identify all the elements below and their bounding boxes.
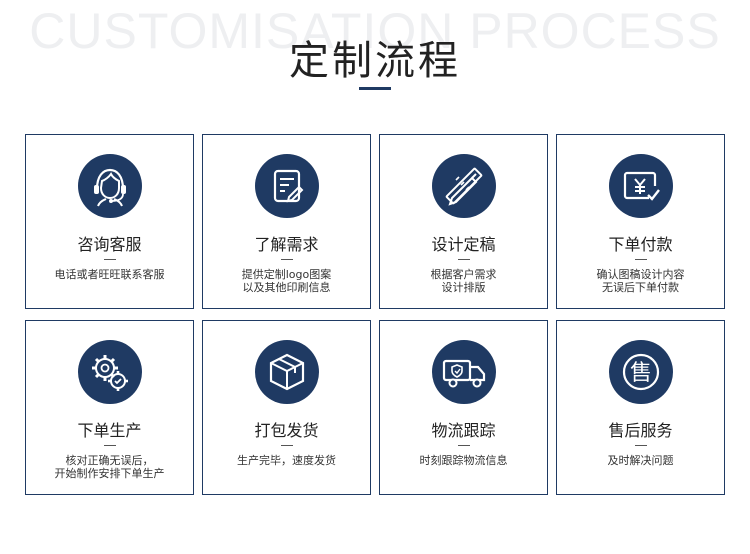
svg-text:售: 售 [630,361,652,386]
step-title: 售后服务 [608,421,673,440]
step-card-logistics: 物流跟踪 时刻跟踪物流信息 [379,320,548,495]
step-icon-circle [255,340,319,404]
step-icon-circle [78,340,142,404]
step-title: 了解需求 [254,235,319,254]
yen-payment-icon [623,171,660,201]
document-edit-icon [273,169,304,203]
title-underline [359,87,391,90]
step-icon-circle [255,154,319,218]
step-card-packing: 打包发货 生产完毕，速度发货 [202,320,371,495]
step-description: 提供定制logo图案 以及其他印刷信息 [241,268,332,294]
step-icon-circle: 售 [609,340,673,404]
step-icon-circle [609,154,673,218]
step-description: 生产完毕，速度发货 [237,454,336,467]
delivery-truck-icon [442,359,486,388]
step-icon-circle [432,154,496,218]
step-card-payment: 下单付款 确认图稿设计内容 无误后下单付款 [556,134,725,309]
step-divider [104,259,116,260]
package-box-icon [269,353,305,391]
step-card-production: 下单生产 核对正确无误后， 开始制作安排下单生产 [25,320,194,495]
step-divider [635,445,647,446]
pencil-ruler-icon [445,167,483,206]
step-title: 设计定稿 [431,235,496,254]
after-sales-icon: 售 [622,353,660,391]
step-divider [281,259,293,260]
step-title: 咨询客服 [77,235,142,254]
gears-icon [92,355,128,391]
step-card-design: 设计定稿 根据客户需求 设计排版 [379,134,548,309]
page-title: 定制流程 [289,38,461,84]
step-card-after-sales: 售 售后服务 及时解决问题 [556,320,725,495]
step-description: 根据客户需求 设计排版 [430,268,497,294]
step-divider [104,445,116,446]
step-title: 下单生产 [77,421,142,440]
step-divider [458,445,470,446]
step-divider [458,259,470,260]
step-icon-circle [432,340,496,404]
step-divider [635,259,647,260]
step-description: 及时解决问题 [607,454,674,467]
step-description: 电话或者旺旺联系客服 [54,268,165,281]
customer-service-icon [94,168,126,207]
step-description: 时刻跟踪物流信息 [419,454,508,467]
step-title: 下单付款 [608,235,673,254]
step-description: 核对正确无误后， 开始制作安排下单生产 [54,454,165,480]
step-card-requirements: 了解需求 提供定制logo图案 以及其他印刷信息 [202,134,371,309]
step-description: 确认图稿设计内容 无误后下单付款 [596,268,685,294]
step-card-consult: 咨询客服 电话或者旺旺联系客服 [25,134,194,309]
step-icon-circle [78,154,142,218]
step-divider [281,445,293,446]
step-title: 物流跟踪 [431,421,496,440]
step-title: 打包发货 [254,421,319,440]
